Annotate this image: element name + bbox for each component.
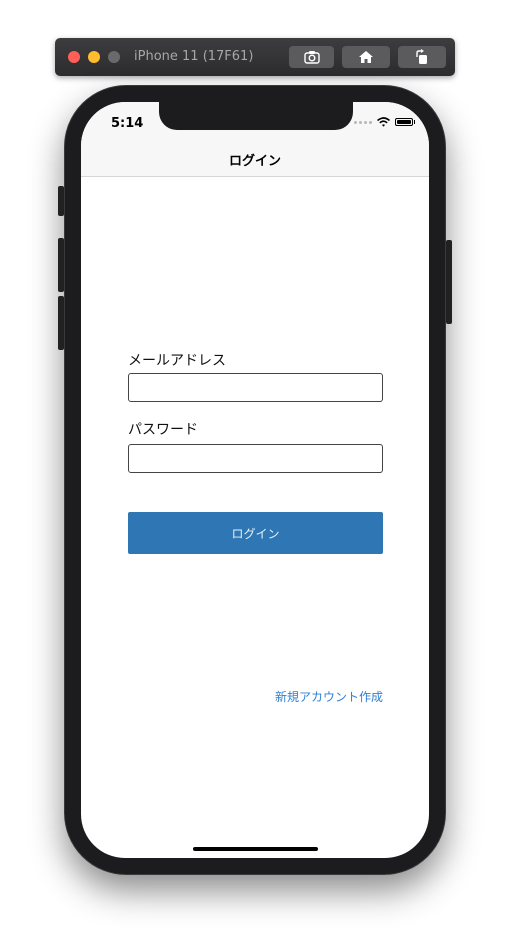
signal-dots-icon [353,120,372,124]
home-button[interactable] [342,46,390,68]
phone-screen: 5:14 ログイン メールアドレス パスワード ログイン 新規アカウント作成 [81,102,429,858]
home-icon [359,51,373,63]
camera-icon [303,51,320,64]
screenshot-button[interactable] [289,46,334,68]
battery-icon [394,118,415,126]
screen-notch [159,102,353,130]
rotate-button[interactable] [398,46,446,68]
rotate-icon [416,49,427,64]
simulator-toolbar: iPhone 11 (17F61) [55,38,455,76]
power-button [446,240,452,324]
page-title: ログイン [228,154,281,169]
navigation-bar: 5:14 ログイン [81,102,429,177]
password-label: パスワード [128,422,198,438]
close-window-button[interactable] [68,51,80,63]
simulator-title: iPhone 11 (17F61) [134,49,254,64]
home-indicator[interactable] [193,847,318,851]
status-time: 5:14 [111,116,144,131]
login-button[interactable]: ログイン [128,512,383,554]
zoom-window-button[interactable] [108,51,120,63]
email-field[interactable] [128,373,383,402]
status-icons [353,117,415,127]
screenshot-stage: iPhone 11 (17F61) 5:14 ログイン メールアドレス パスワー… [0,0,510,949]
create-account-link[interactable]: 新規アカウント作成 [275,688,383,705]
minimize-window-button[interactable] [88,51,100,63]
password-field[interactable] [128,444,383,473]
email-label: メールアドレス [128,353,226,369]
wifi-icon [376,117,390,127]
